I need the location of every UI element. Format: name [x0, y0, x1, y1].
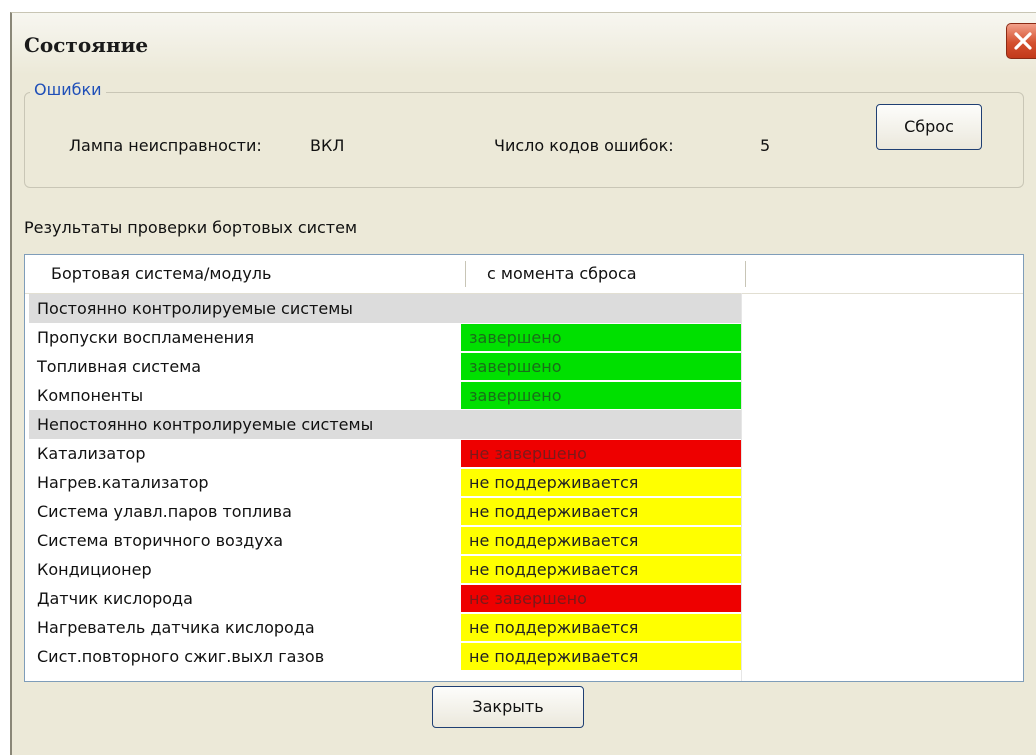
system-name: Датчик кислорода [37, 589, 193, 608]
status-cell: не поддерживается [461, 643, 741, 670]
table-row[interactable]: Система вторичного воздуха не поддерживае… [25, 526, 1023, 555]
category-label: Постоянно контролируемые системы [37, 299, 353, 318]
table-header: Бортовая система/модуль с момента сброса [25, 255, 1023, 294]
column-header-since-reset[interactable]: с момента сброса [487, 264, 637, 283]
error-count-value: 5 [760, 136, 771, 155]
errors-group-title: Ошибки [30, 80, 106, 99]
table-row[interactable]: Система улавл.паров топлива не поддержива… [25, 497, 1023, 526]
status-cell: завершено [461, 382, 741, 409]
system-name: Нагрев.катализатор [37, 473, 209, 492]
reset-button[interactable]: Сброс [876, 104, 982, 150]
close-button[interactable]: Закрыть [432, 686, 584, 728]
system-name: Топливная система [37, 357, 202, 376]
table-row[interactable]: Топливная система завершено [25, 352, 1023, 381]
status-cell: завершено [461, 324, 741, 351]
status-cell: завершено [461, 353, 741, 380]
table-row[interactable]: Сист.повторного сжиг.выхл газов не поддер… [25, 642, 1023, 671]
window-title: Состояние [24, 33, 149, 57]
table-row[interactable]: Пропуски воспламенения завершено [25, 323, 1023, 352]
column-header-system[interactable]: Бортовая система/модуль [51, 264, 271, 283]
window-close-button[interactable] [1006, 23, 1036, 59]
table-row[interactable]: Нагрев.катализатор не поддерживается [25, 468, 1023, 497]
system-name: Пропуски воспламенения [37, 328, 255, 347]
system-name: Катализатор [37, 444, 146, 463]
close-icon [1014, 32, 1032, 50]
malfunction-lamp-label: Лампа неисправности: [69, 136, 262, 155]
column-divider[interactable] [465, 261, 466, 287]
malfunction-lamp-value: ВКЛ [310, 136, 345, 155]
status-cell: не завершено [461, 440, 741, 467]
system-name: Нагреватель датчика кислорода [37, 618, 315, 637]
status-cell: не поддерживается [461, 469, 741, 496]
category-label: Непостоянно контролируемые системы [37, 415, 374, 434]
title-bar[interactable]: Состояние [12, 13, 1036, 75]
table-row[interactable]: Нагреватель датчика кислорода не поддержи… [25, 613, 1023, 642]
monitor-results-table[interactable]: Бортовая система/модуль с момента сброса… [24, 254, 1024, 682]
column-divider[interactable] [745, 261, 746, 287]
table-row[interactable]: Катализатор не завершено [25, 439, 1023, 468]
results-title: Результаты проверки бортовых систем [24, 218, 358, 237]
status-cell: не поддерживается [461, 498, 741, 525]
system-name: Сист.повторного сжиг.выхл газов [37, 647, 325, 666]
status-cell: не поддерживается [461, 556, 741, 583]
status-cell: не поддерживается [461, 614, 741, 641]
status-cell: не поддерживается [461, 527, 741, 554]
table-row[interactable]: Компоненты завершено [25, 381, 1023, 410]
table-row[interactable]: Датчик кислорода не завершено [25, 584, 1023, 613]
status-cell: не завершено [461, 585, 741, 612]
system-name: Система улавл.паров топлива [37, 502, 292, 521]
table-row[interactable]: Кондиционер не поддерживается [25, 555, 1023, 584]
system-name: Компоненты [37, 386, 144, 405]
category-row[interactable]: Непостоянно контролируемые системы [25, 410, 1023, 439]
system-name: Кондиционер [37, 560, 152, 579]
category-row[interactable]: Постоянно контролируемые системы [25, 294, 1023, 323]
error-count-label: Число кодов ошибок: [494, 136, 674, 155]
system-name: Система вторичного воздуха [37, 531, 284, 550]
